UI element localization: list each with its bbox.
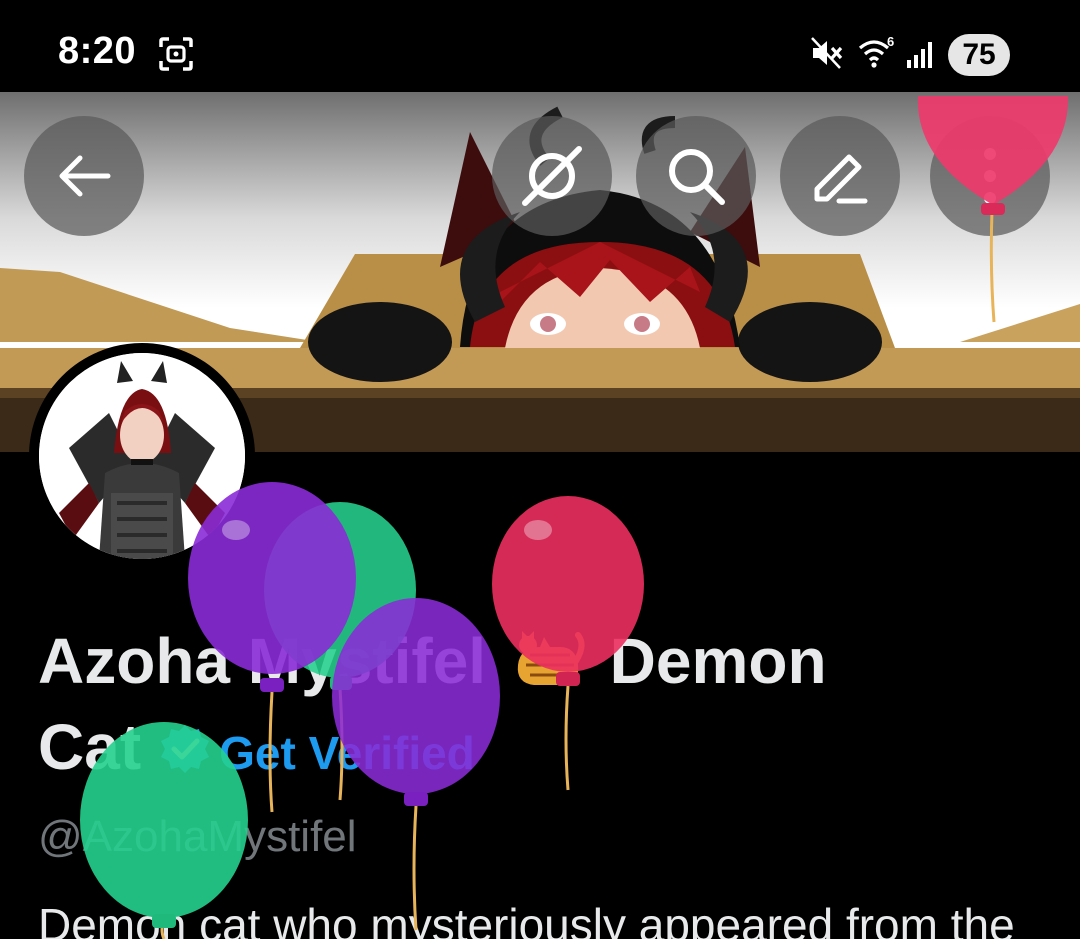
svg-text:6: 6 xyxy=(887,34,894,49)
edit-button[interactable] xyxy=(780,116,900,236)
display-name-part2: Demon xyxy=(609,625,827,697)
avatar-image xyxy=(39,353,245,559)
search-icon xyxy=(669,149,725,205)
grok-button[interactable] xyxy=(492,116,612,236)
signal-icon xyxy=(907,42,932,68)
wifi-6-icon: 6 xyxy=(858,34,894,68)
back-arrow-icon xyxy=(59,155,111,197)
display-name-part3: Cat xyxy=(38,711,142,783)
display-name-part1: Azoha Mystifel xyxy=(38,625,487,697)
more-icon xyxy=(984,148,996,204)
profile-screen: 8:20 6 75 Azoha Mystifel Demon Cat Get V… xyxy=(0,0,1080,939)
grok-icon xyxy=(522,146,582,206)
mute-icon xyxy=(811,37,843,69)
edit-icon xyxy=(814,154,868,204)
status-time: 8:20 xyxy=(58,30,137,72)
status-bar: 8:20 6 75 xyxy=(0,0,1080,92)
get-verified-link[interactable]: Get Verified xyxy=(219,727,475,779)
more-button[interactable] xyxy=(930,116,1050,236)
user-handle: @AzohaMystifel xyxy=(38,812,357,861)
user-bio: Demon cat who mysteriously appeared from… xyxy=(38,899,1015,939)
display-name: Azoha Mystifel Demon Cat Get Verified xyxy=(38,618,898,796)
screenshot-icon xyxy=(159,37,193,71)
battery-indicator: 75 xyxy=(948,34,1010,76)
verified-badge-icon[interactable] xyxy=(159,723,211,775)
avatar[interactable] xyxy=(29,343,255,569)
cat-emoji xyxy=(517,631,585,685)
back-button[interactable] xyxy=(24,116,144,236)
search-button[interactable] xyxy=(636,116,756,236)
